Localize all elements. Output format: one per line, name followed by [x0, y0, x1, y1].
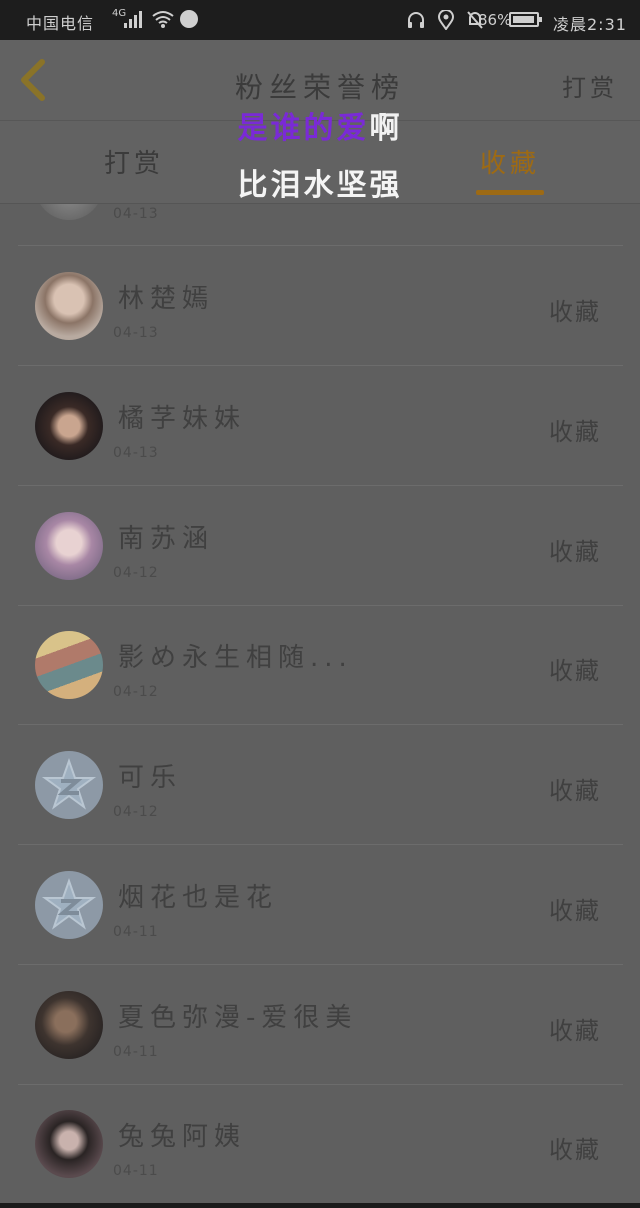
- avatar: [35, 204, 103, 220]
- item-date: 04-13: [113, 445, 159, 461]
- lyric-highlight: 是谁的爱: [237, 111, 370, 146]
- avatar: [35, 871, 103, 939]
- app-status-icon: [180, 10, 198, 28]
- avatar: [35, 631, 103, 699]
- item-date: 04-11: [113, 1163, 159, 1179]
- list-item[interactable]: 夏色弥漫-爱很美 04-11 收藏: [18, 965, 623, 1085]
- carrier-label: 中国电信: [26, 14, 95, 33]
- item-name: 橘芓妹妹: [118, 404, 247, 434]
- star-badge-icon: [41, 877, 97, 930]
- battery-icon: [509, 12, 542, 27]
- item-name: 可乐: [118, 763, 183, 793]
- clock: 凌晨2:31: [553, 15, 627, 34]
- lyric-rest: 啊: [369, 111, 403, 146]
- item-name: 夏色弥漫-爱很美: [118, 1003, 358, 1033]
- avatar: [35, 991, 103, 1059]
- item-collect-label[interactable]: 收藏: [549, 891, 601, 926]
- avatar: [35, 512, 103, 580]
- reward-button[interactable]: 打赏: [562, 68, 618, 103]
- avatar: [35, 272, 103, 340]
- wifi-icon: [152, 11, 174, 28]
- list-item[interactable]: 橘芓妹妹 04-13 收藏: [18, 366, 623, 486]
- item-collect-label[interactable]: 收藏: [549, 771, 601, 806]
- item-collect-label[interactable]: 收藏: [549, 651, 601, 686]
- battery-percent: 86%: [478, 11, 512, 29]
- item-date: 04-11: [113, 924, 159, 940]
- item-date: 04-13: [113, 206, 159, 222]
- item-date: 04-12: [113, 804, 159, 820]
- item-collect-label[interactable]: 收藏: [549, 1130, 601, 1165]
- list-item[interactable]: 兔兔阿姨 04-11 收藏: [18, 1084, 623, 1204]
- item-collect-label[interactable]: 收藏: [549, 412, 601, 447]
- list-item[interactable]: 南苏涵 04-12 收藏: [18, 486, 623, 606]
- status-icons: [406, 9, 484, 31]
- collect-list: 04-13 林楚嫣 04-13 收藏 橘芓妹妹 04-13 收藏 南苏涵 04-…: [0, 204, 640, 1204]
- item-name: 兔兔阿姨: [118, 1122, 247, 1152]
- item-name: 影め永生相随...: [118, 643, 353, 673]
- item-name: 南苏涵: [118, 524, 215, 554]
- item-date: 04-11: [113, 1044, 159, 1060]
- lyric-line-current: 是谁的爱啊: [0, 103, 640, 147]
- list-item[interactable]: 影め永生相随... 04-12 收藏: [18, 605, 623, 725]
- bottom-edge: [0, 1203, 640, 1208]
- item-collect-label[interactable]: 收藏: [549, 292, 601, 327]
- avatar: [35, 1110, 103, 1178]
- item-date: 04-13: [113, 325, 159, 341]
- list-item-partial[interactable]: 04-13: [18, 204, 623, 246]
- item-name: 烟花也是花: [118, 883, 279, 913]
- signal-icon: [124, 10, 146, 28]
- avatar: [35, 751, 103, 819]
- lyric-line-next: 比泪水坚强: [237, 168, 403, 203]
- item-date: 04-12: [113, 565, 159, 581]
- headphones-icon: [408, 12, 424, 28]
- avatar: [35, 392, 103, 460]
- item-date: 04-12: [113, 684, 159, 700]
- status-bar: 中国电信 4G 86% 凌晨2:31: [0, 0, 640, 40]
- star-badge-icon: [41, 757, 97, 810]
- location-icon: [438, 9, 455, 31]
- list-item[interactable]: 烟花也是花 04-11 收藏: [18, 845, 623, 965]
- list-item[interactable]: 可乐 04-12 收藏: [18, 725, 623, 845]
- item-collect-label[interactable]: 收藏: [549, 532, 601, 567]
- item-collect-label[interactable]: 收藏: [549, 1011, 601, 1046]
- item-name: 林楚嫣: [118, 284, 215, 314]
- page-title: 粉丝荣誉榜: [234, 71, 405, 104]
- list-item[interactable]: 林楚嫣 04-13 收藏: [18, 246, 623, 366]
